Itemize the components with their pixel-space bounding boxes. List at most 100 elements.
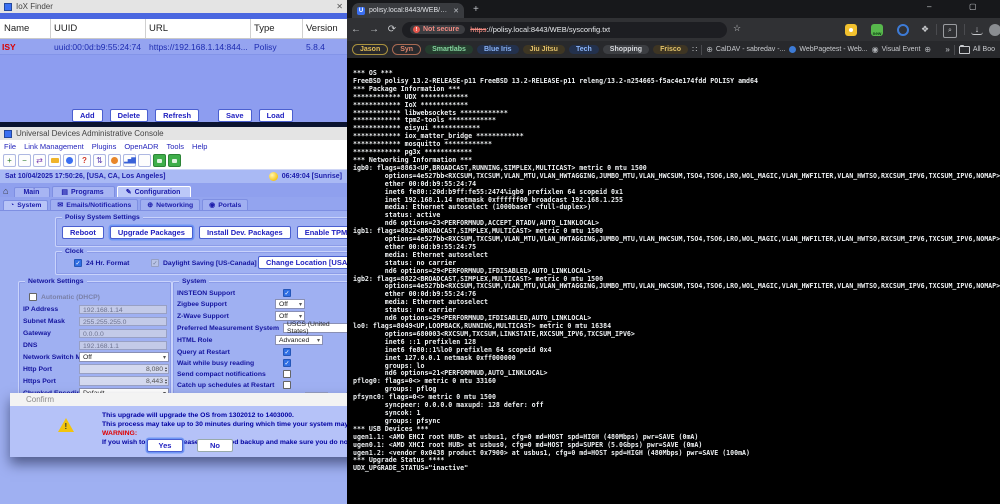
change-location-button[interactable]: Change Location [USA, CA, Los Angeles] [258, 256, 347, 269]
subtab-portals[interactable]: ◉Portals [202, 199, 248, 210]
menu-plugins[interactable]: Plugins [92, 142, 117, 151]
tab-group-shopping[interactable]: Shopping [603, 45, 649, 54]
column-header-type[interactable]: Type [254, 23, 275, 34]
enable-tpm-button[interactable]: Enable TPM [297, 226, 347, 239]
new-tab-button[interactable]: + [473, 5, 479, 15]
column-header-url[interactable]: URL [149, 23, 168, 34]
delete-button[interactable]: Delete [110, 109, 149, 122]
admin-titlebar[interactable]: Universal Devices Administrative Console [0, 127, 347, 140]
profile-avatar[interactable] [989, 24, 1000, 36]
add-button[interactable]: Add [72, 109, 103, 122]
tab-group-tech[interactable]: Tech [569, 45, 599, 54]
confirm-titlebar[interactable]: Confirm [10, 393, 347, 406]
bookmark-star-icon[interactable]: ☆ [733, 23, 741, 34]
checkbox-wait-busy[interactable]: ✓ [283, 359, 291, 367]
tab-programs[interactable]: ▤Programs [52, 186, 114, 197]
checkbox-dhcp[interactable] [29, 293, 37, 301]
subtab-emails-notifications[interactable]: ✉Emails/Notifications [50, 199, 138, 210]
minimize-icon[interactable]: – [927, 2, 931, 11]
gateway-field[interactable]: 0.0.0.0 [79, 329, 167, 338]
close-icon[interactable]: ✕ [336, 3, 343, 11]
reload-icon[interactable]: ⟳ [383, 24, 401, 35]
install-dev-packages-button[interactable]: Install Dev. Packages [199, 226, 291, 239]
expand-tree-icon[interactable]: + [3, 154, 16, 167]
column-header-uuid[interactable]: UUID [54, 23, 77, 34]
home-icon[interactable]: ⌂ [3, 186, 8, 196]
maximize-icon[interactable]: ▢ [969, 2, 977, 11]
menu-help[interactable]: Help [192, 142, 207, 151]
load-button[interactable]: Load [259, 109, 293, 122]
zigbee-select[interactable]: Off▾ [275, 299, 305, 309]
iox-finder-titlebar[interactable]: IoX Finder ✕ [0, 0, 347, 13]
not-secure-chip[interactable]: ! Not secure [410, 25, 465, 34]
refresh-button[interactable]: Refresh [155, 109, 199, 122]
tab-group-syn[interactable]: Syn [392, 44, 421, 55]
http-port-stepper[interactable]: 8,080▴▾ [79, 364, 169, 374]
extensions-puzzle-icon[interactable]: ❖ [919, 24, 931, 36]
tab-close-icon[interactable]: ✕ [453, 7, 459, 15]
all-bookmarks-folder[interactable]: All Boo [959, 46, 995, 54]
tab-group-jiu-jitsu[interactable]: Jiu Jitsu [523, 45, 565, 54]
browser-tab[interactable]: U polisy.local:8443/WEB/sysconfig ✕ [352, 3, 464, 18]
bookmark-visual-event[interactable]: ◉Visual Event [872, 45, 921, 54]
upgrade-packages-button[interactable]: Upgrade Packages [110, 226, 193, 239]
sync-icon[interactable]: ⇅ [93, 154, 106, 167]
collapse-tree-icon[interactable]: − [18, 154, 31, 167]
page-content[interactable]: *** OS ***FreeBSD polisy 13.2-RELEASE-p1… [347, 58, 1000, 504]
table-row[interactable]: ISY uuid:00:0d:b9:55:24:74 https://192.1… [0, 39, 347, 55]
bookmark-globe[interactable]: ⊕ [924, 45, 931, 54]
subtab-system[interactable]: ◔System [3, 200, 48, 210]
address-bar[interactable]: ! Not secure https://polisy.local:8443/W… [402, 22, 727, 38]
tab-group-blue-iris[interactable]: Blue Iris [477, 45, 519, 54]
measurement-system-select[interactable]: USCS (United States)▾ [283, 323, 347, 333]
tab-group-smartlabs[interactable]: Smartlabs [425, 45, 473, 54]
https-port-stepper[interactable]: 8,443▴▾ [79, 376, 169, 386]
tab-configuration[interactable]: ✎Configuration [117, 186, 192, 197]
tab-group-frisco[interactable]: Frisco [653, 45, 688, 54]
forward-icon[interactable]: → [365, 24, 383, 35]
back-icon[interactable]: ← [347, 24, 365, 35]
ip-address-field[interactable]: 192.168.1.14 [79, 305, 167, 314]
column-header-name[interactable]: Name [4, 23, 29, 34]
bookmarks-overflow-chevron[interactable]: » [945, 45, 949, 54]
camera-icon-2[interactable] [168, 154, 181, 167]
schedule-icon[interactable] [108, 154, 121, 167]
folder-icon[interactable] [48, 154, 61, 167]
checkbox-24hr-format[interactable]: ✓ [74, 259, 82, 267]
menu-file[interactable]: File [4, 142, 16, 151]
extension-blue-icon[interactable] [897, 24, 909, 36]
link-management-icon[interactable]: ⇄ [33, 154, 46, 167]
tab-groups-grid-icon[interactable]: ∷ [692, 45, 697, 54]
checkbox-insteon[interactable]: ✓ [283, 289, 291, 297]
chart-icon[interactable]: ▂▅▇ [123, 154, 136, 167]
extension-yellow-icon[interactable] [845, 24, 857, 36]
tab-group-jason[interactable]: Jason [352, 44, 388, 55]
subtab-networking[interactable]: ⊕Networking [140, 199, 200, 210]
column-header-version[interactable]: Version [306, 23, 338, 34]
no-button[interactable]: No [197, 439, 233, 452]
checkbox-query-restart[interactable]: ✓ [283, 348, 291, 356]
bookmark-webpagetest[interactable]: WebPagetest - Web... [789, 46, 867, 53]
help-icon[interactable]: ? [78, 154, 91, 167]
yes-button[interactable]: Yes [147, 439, 183, 452]
menu-link-management[interactable]: Link Management [24, 142, 84, 151]
network-switch-mode-select[interactable]: Off▾ [79, 352, 169, 362]
camera-icon[interactable] [153, 154, 166, 167]
extension-new-icon[interactable]: new [871, 24, 883, 36]
menu-openadr[interactable]: OpenADR [124, 142, 158, 151]
dns-field[interactable]: 192.168.1.1 [79, 341, 167, 350]
download-icon[interactable]: ↓ [971, 24, 983, 35]
checkbox-compact-notifications[interactable] [283, 370, 291, 378]
reboot-button[interactable]: Reboot [62, 226, 104, 239]
checkbox-daylight-saving[interactable]: ✓ [151, 259, 159, 267]
menu-tools[interactable]: Tools [167, 142, 185, 151]
checkbox-catchup-schedules[interactable] [283, 381, 291, 389]
save-button[interactable]: Save [218, 109, 252, 122]
subnet-mask-field[interactable]: 255.255.255.0 [79, 317, 167, 326]
web-icon[interactable] [63, 154, 76, 167]
zwave-select[interactable]: Off▾ [275, 311, 305, 321]
tab-main[interactable]: Main [14, 187, 50, 197]
search-page-icon[interactable]: ⌕ [943, 24, 957, 38]
blank-tool-icon[interactable] [138, 154, 151, 167]
bookmark-caldav[interactable]: ⊕CalDAV - sabredav -... [706, 45, 785, 54]
